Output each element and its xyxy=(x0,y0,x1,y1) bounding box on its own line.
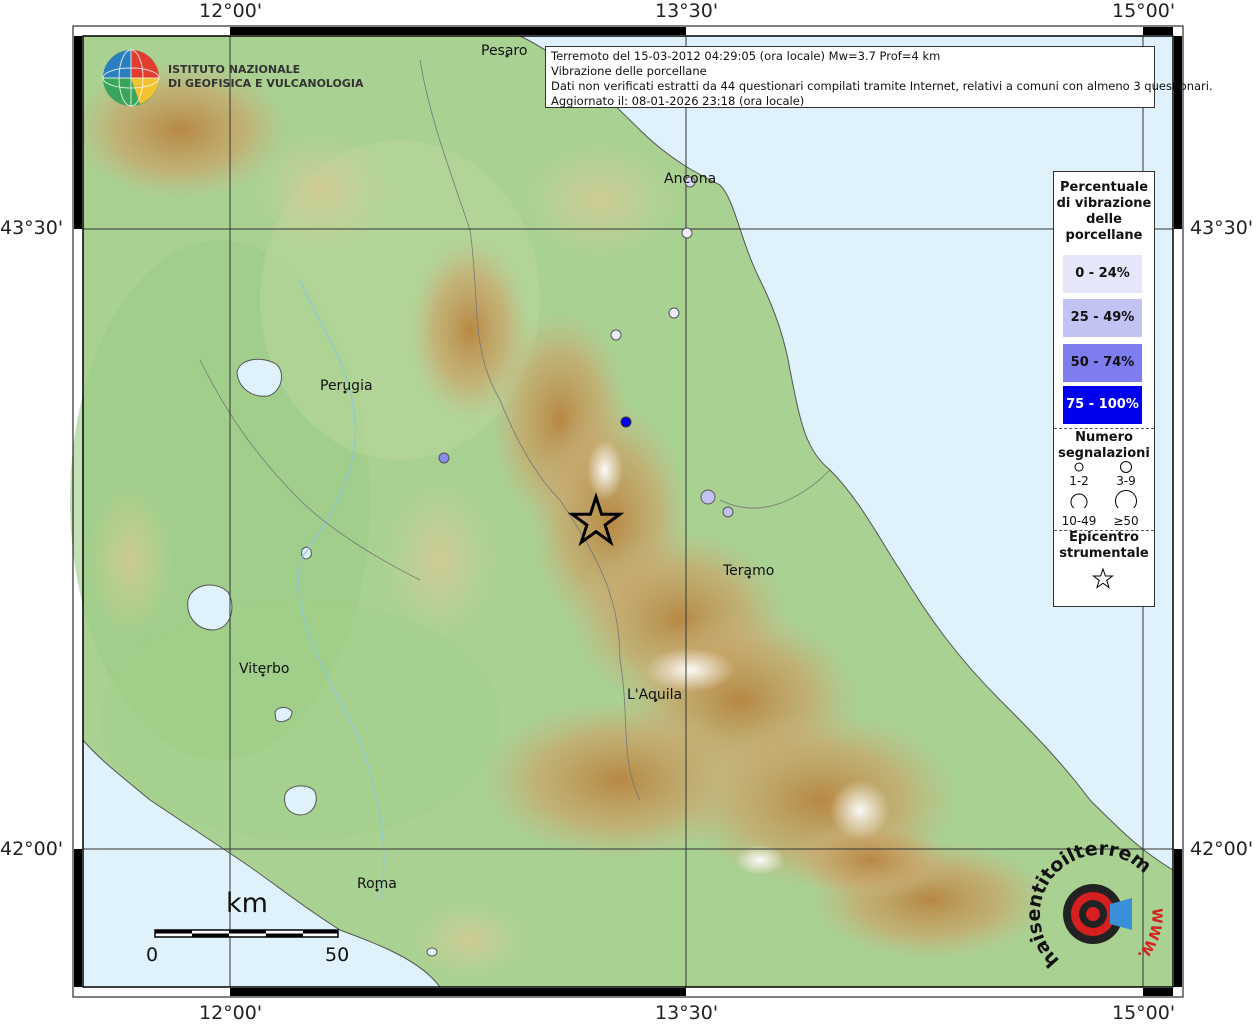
legend-class-1: 25 - 49% xyxy=(1063,299,1142,337)
legend-title-line: di vibrazione xyxy=(1056,196,1152,211)
svg-text:WWW.: WWW. xyxy=(1134,908,1165,963)
stamp-url: WWW. xyxy=(1134,908,1165,963)
stamp-label: haisentitoilterremoto.it xyxy=(0,0,1155,972)
epicenter-legend-star-icon xyxy=(1092,567,1114,589)
legend: Percentuale di vibrazione delle porcella… xyxy=(1053,171,1155,607)
city-pesaro: Pesaro xyxy=(481,43,528,59)
lon-label-bottom-15: 15°00' xyxy=(1112,1002,1176,1024)
legend-count-title-line: Numero xyxy=(1075,430,1133,445)
legend-divider xyxy=(1054,428,1154,429)
info-line-2: Vibrazione delle porcellane xyxy=(551,64,707,78)
legend-title-line: Percentuale xyxy=(1059,180,1149,195)
city-perugia: Perugia xyxy=(320,378,373,394)
lat-label-left-4330: 43°30' xyxy=(0,217,64,239)
logo-line-1: ISTITUTO NAZIONALE xyxy=(168,63,301,76)
lat-label-left-42: 42°00' xyxy=(0,838,64,860)
lon-label-top-15: 15°00' xyxy=(1112,0,1176,22)
lat-label-right-42: 42°00' xyxy=(1190,838,1254,860)
lon-label-top-1330: 13°30' xyxy=(655,0,719,22)
lon-label-top-12: 12°00' xyxy=(199,0,263,22)
event-info-box: Terremoto del 15-03-2012 04:29:05 (ora l… xyxy=(545,46,1213,108)
scale-unit: km xyxy=(226,888,268,919)
legend-epicenter-title: Epicentro strumentale xyxy=(1054,530,1154,562)
scale-start: 0 xyxy=(146,944,159,966)
count-label-4: ≥50 xyxy=(1113,514,1139,528)
legend-title-line: porcellane xyxy=(1065,228,1143,243)
lon-label-bottom-12: 12°00' xyxy=(199,1002,263,1024)
scale-end: 50 xyxy=(325,944,350,966)
legend-class-0: 0 - 24% xyxy=(1063,255,1142,293)
legend-class-2: 50 - 74% xyxy=(1063,344,1142,382)
legend-epicenter-line: Epicentro xyxy=(1069,530,1139,545)
info-line-4: Aggiornato il: 08-01-2026 23:18 (ora loc… xyxy=(551,94,805,108)
legend-class-3: 75 - 100% xyxy=(1063,386,1142,424)
legend-title: Percentuale di vibrazione delle porcella… xyxy=(1054,180,1154,244)
logo-line-2: DI GEOFISICA E VULCANOLOGIA xyxy=(168,77,364,90)
legend-epicenter-line: strumentale xyxy=(1059,546,1149,561)
info-line-3: Dati non verificati estratti da 44 quest… xyxy=(551,79,1213,93)
ingv-logo-text: ISTITUTO NAZIONALE DI GEOFISICA E VULCAN… xyxy=(168,63,364,91)
lon-label-bottom-1330: 13°30' xyxy=(655,1002,719,1024)
count-label-1: 1-2 xyxy=(1069,474,1089,488)
city-teramo: Teramo xyxy=(723,563,775,579)
city-ancona: Ancona xyxy=(664,171,717,187)
count-label-3: 10-49 xyxy=(1061,514,1097,528)
city-viterbo: Viterbo xyxy=(239,661,290,677)
svg-text:haisentitoilterremoto.it: haisentitoilterremoto.it xyxy=(0,0,1155,972)
legend-title-line: delle xyxy=(1086,212,1122,227)
city-roma: Roma xyxy=(357,876,397,892)
city-laquila: L'Aquila xyxy=(627,687,683,703)
count-label-2: 3-9 xyxy=(1116,474,1136,488)
info-line-1: Terremoto del 15-03-2012 04:29:05 (ora l… xyxy=(551,49,941,63)
lat-label-right-4330: 43°30' xyxy=(1190,217,1254,239)
